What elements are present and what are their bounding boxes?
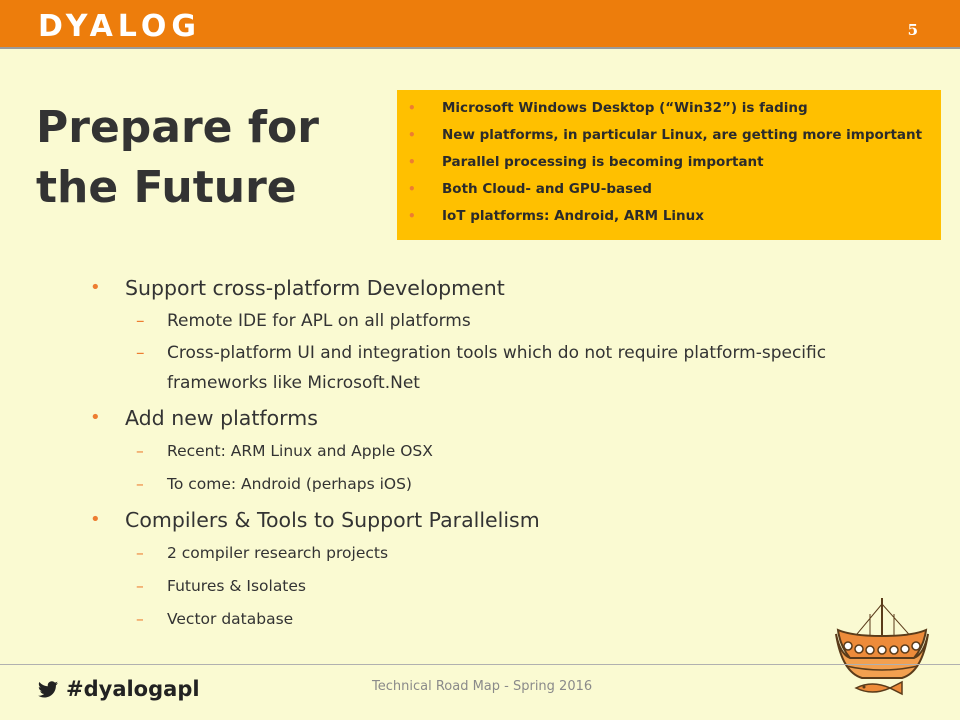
header-bar: DYALOG 5 <box>0 0 960 49</box>
callout-box: • Microsoft Windows Desktop (“Win32”) is … <box>397 90 941 240</box>
footer-divider <box>0 664 960 665</box>
callout-item: • Both Cloud- and GPU-based <box>405 176 933 203</box>
callout-item: • Microsoft Windows Desktop (“Win32”) is … <box>405 95 933 122</box>
dash-icon: – <box>136 311 145 331</box>
twitter-bird-icon <box>38 680 58 697</box>
bullet-dot-icon: • <box>408 209 416 223</box>
slide-number: 5 <box>907 21 918 39</box>
callout-item: • IoT platforms: Android, ARM Linux <box>405 203 933 230</box>
hashtag-text: #dyalogapl <box>66 677 200 701</box>
dash-icon: – <box>136 343 145 363</box>
bullet-dot-icon: • <box>90 277 101 298</box>
sub-bullet-item: – Vector database <box>136 604 890 635</box>
slide-title-line-2: the Future <box>36 162 297 213</box>
bullet-dot-icon: • <box>408 182 416 196</box>
bullet-item: • Add new platforms <box>90 402 890 434</box>
footer-caption: Technical Road Map - Spring 2016 <box>372 679 593 694</box>
sub-bullet-item: – Futures & Isolates <box>136 571 890 602</box>
slide-title: Prepare for the Future <box>36 98 376 218</box>
sub-bullet-item: –2 compiler research projects <box>136 538 890 569</box>
callout-item: • Parallel processing is becoming importa… <box>405 149 933 176</box>
bullet-item: • Support cross-platform Development <box>90 272 890 304</box>
slide-body: • Support cross-platform Development – Rem… <box>90 268 890 635</box>
callout-list: • Microsoft Windows Desktop (“Win32”) is … <box>405 95 933 230</box>
callout-item: • New platforms, in particular Linux, are… <box>405 122 933 149</box>
sub-bullet-item: – Recent: ARM Linux and Apple OSX <box>136 436 890 467</box>
sub-bullet-item: – Remote IDE for APL on all platforms <box>136 306 890 336</box>
bullet-dot-icon: • <box>90 509 101 530</box>
dash-icon: – <box>136 577 144 595</box>
dash-icon: – <box>136 475 144 493</box>
bullet-dot-icon: • <box>408 128 416 142</box>
sub-bullet-item: – Cross-platform UI and integration tools… <box>136 338 890 398</box>
viking-ship-icon <box>832 596 932 704</box>
slide-title-line-1: Prepare for <box>36 102 319 153</box>
bullet-item: • Compilers & Tools to Support Parallelis… <box>90 504 890 536</box>
bullet-dot-icon: • <box>408 155 416 169</box>
twitter-hashtag[interactable]: #dyalogapl <box>38 677 200 701</box>
dash-icon: – <box>136 544 144 562</box>
sub-bullet-item: – To come: Android (perhaps iOS) <box>136 469 890 500</box>
bullet-dot-icon: • <box>408 101 416 115</box>
dash-icon: – <box>136 610 144 628</box>
bullet-dot-icon: • <box>90 407 101 428</box>
dyalog-logo: DYALOG <box>38 9 201 44</box>
dash-icon: – <box>136 442 144 460</box>
